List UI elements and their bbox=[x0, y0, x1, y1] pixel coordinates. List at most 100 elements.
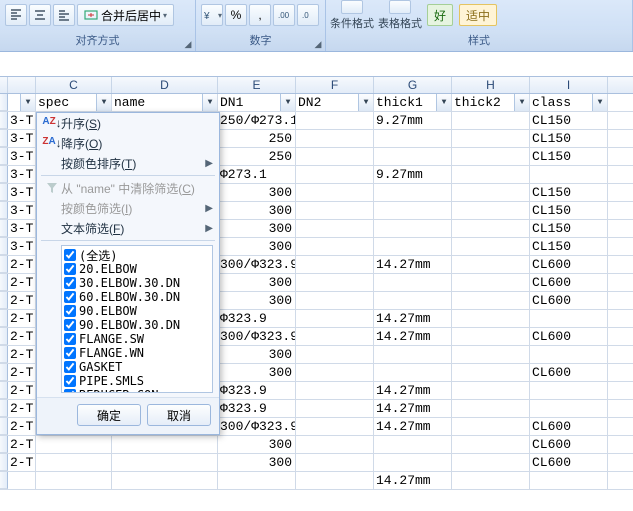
filter-button[interactable] bbox=[358, 94, 373, 111]
cell[interactable]: 2-T bbox=[8, 436, 36, 453]
cell[interactable]: 2-T bbox=[8, 310, 36, 327]
currency-button[interactable]: ¥▾ bbox=[201, 4, 223, 26]
align-middle-button[interactable] bbox=[29, 4, 51, 26]
ok-button[interactable]: 确定 bbox=[77, 404, 141, 426]
cell[interactable]: 3-T bbox=[8, 202, 36, 219]
cell[interactable] bbox=[112, 454, 218, 471]
cell[interactable] bbox=[452, 112, 530, 129]
cell[interactable]: 300/Φ323.9 bbox=[218, 256, 296, 273]
cell[interactable]: 300/Φ323.9 bbox=[218, 418, 296, 435]
cell[interactable] bbox=[452, 256, 530, 273]
cell[interactable]: CL600 bbox=[530, 328, 608, 345]
cell[interactable]: 300 bbox=[218, 436, 296, 453]
cell[interactable] bbox=[374, 292, 452, 309]
cell[interactable] bbox=[530, 472, 608, 489]
cell[interactable]: 14.27mm bbox=[374, 382, 452, 399]
filter-checkbox-list[interactable]: (全选) 20.ELBOW30.ELBOW.30.DN60.ELBOW.30.D… bbox=[61, 245, 213, 393]
filter-check-item[interactable]: 90.ELBOW bbox=[64, 304, 210, 318]
cell[interactable]: 2-T bbox=[8, 400, 36, 417]
cell[interactable] bbox=[452, 292, 530, 309]
cell[interactable]: CL600 bbox=[530, 364, 608, 381]
col-header[interactable]: D bbox=[112, 77, 218, 93]
cell[interactable] bbox=[530, 382, 608, 399]
cancel-button[interactable]: 取消 bbox=[147, 404, 211, 426]
cell[interactable] bbox=[374, 184, 452, 201]
cell[interactable] bbox=[296, 256, 374, 273]
cell[interactable] bbox=[530, 166, 608, 183]
cell[interactable]: 3-T bbox=[8, 184, 36, 201]
cell[interactable]: 14.27mm bbox=[374, 400, 452, 417]
cell[interactable] bbox=[296, 418, 374, 435]
cell[interactable]: CL150 bbox=[530, 112, 608, 129]
filter-button[interactable] bbox=[592, 94, 607, 111]
align-bottom-button[interactable] bbox=[53, 4, 75, 26]
cell[interactable]: CL150 bbox=[530, 220, 608, 237]
cell[interactable]: 300 bbox=[218, 238, 296, 255]
cell[interactable]: 2-T bbox=[8, 256, 36, 273]
col-header[interactable]: H bbox=[452, 77, 530, 93]
cell[interactable] bbox=[112, 472, 218, 489]
cell[interactable] bbox=[530, 310, 608, 327]
cell[interactable]: CL600 bbox=[530, 454, 608, 471]
cell[interactable]: 2-T bbox=[8, 454, 36, 471]
cell[interactable]: Φ323.9 bbox=[218, 400, 296, 417]
filter-button[interactable] bbox=[514, 94, 529, 111]
cell[interactable] bbox=[296, 166, 374, 183]
cell[interactable] bbox=[452, 364, 530, 381]
cell[interactable]: 300 bbox=[218, 364, 296, 381]
cell[interactable] bbox=[452, 310, 530, 327]
cell[interactable]: 300/Φ323.9 bbox=[218, 328, 296, 345]
filter-check-item[interactable]: PIPE.SMLS bbox=[64, 374, 210, 388]
filter-button[interactable] bbox=[20, 94, 35, 111]
cell[interactable] bbox=[530, 400, 608, 417]
cell[interactable]: 300 bbox=[218, 454, 296, 471]
cell[interactable] bbox=[296, 112, 374, 129]
cell[interactable]: 300 bbox=[218, 220, 296, 237]
cell[interactable]: 250 bbox=[218, 148, 296, 165]
cell[interactable] bbox=[296, 472, 374, 489]
cell[interactable] bbox=[374, 436, 452, 453]
cell[interactable] bbox=[452, 238, 530, 255]
col-header[interactable]: I bbox=[530, 77, 608, 93]
sort-asc-item[interactable]: AZ↓ 升序(S) bbox=[37, 113, 219, 133]
col-header[interactable]: F bbox=[296, 77, 374, 93]
filter-check-item[interactable]: 20.ELBOW bbox=[64, 262, 210, 276]
cell[interactable]: 14.27mm bbox=[374, 310, 452, 327]
percent-button[interactable]: % bbox=[225, 4, 247, 26]
cell[interactable] bbox=[452, 274, 530, 291]
decrease-decimal-button[interactable]: .0 bbox=[297, 4, 319, 26]
cell[interactable] bbox=[296, 436, 374, 453]
cell[interactable]: 3-T bbox=[8, 130, 36, 147]
cell[interactable] bbox=[530, 346, 608, 363]
col-header[interactable] bbox=[8, 77, 36, 93]
cell[interactable] bbox=[296, 292, 374, 309]
cell[interactable] bbox=[36, 454, 112, 471]
increase-decimal-button[interactable]: .00 bbox=[273, 4, 295, 26]
cell[interactable] bbox=[374, 238, 452, 255]
cell[interactable]: Φ323.9 bbox=[218, 310, 296, 327]
cell[interactable] bbox=[374, 148, 452, 165]
cell[interactable]: CL150 bbox=[530, 184, 608, 201]
cell[interactable] bbox=[452, 130, 530, 147]
cell[interactable]: 9.27mm bbox=[374, 166, 452, 183]
cell[interactable] bbox=[374, 202, 452, 219]
filter-check-item[interactable]: REDUCER.CON bbox=[64, 388, 210, 393]
cell[interactable] bbox=[452, 202, 530, 219]
cell[interactable]: CL600 bbox=[530, 256, 608, 273]
cell[interactable] bbox=[36, 436, 112, 453]
cell[interactable] bbox=[296, 274, 374, 291]
cell[interactable]: CL150 bbox=[530, 202, 608, 219]
cell[interactable]: CL600 bbox=[530, 418, 608, 435]
cell[interactable] bbox=[112, 436, 218, 453]
cell[interactable] bbox=[296, 148, 374, 165]
cell[interactable]: 2-T bbox=[8, 328, 36, 345]
cell[interactable]: 9.27mm bbox=[374, 112, 452, 129]
cell[interactable] bbox=[296, 238, 374, 255]
cell[interactable]: CL600 bbox=[530, 292, 608, 309]
cell[interactable] bbox=[452, 184, 530, 201]
cell[interactable]: CL600 bbox=[530, 436, 608, 453]
cell[interactable] bbox=[452, 454, 530, 471]
cell[interactable]: 300 bbox=[218, 292, 296, 309]
cell[interactable]: 3-T bbox=[8, 220, 36, 237]
cell[interactable]: CL150 bbox=[530, 148, 608, 165]
